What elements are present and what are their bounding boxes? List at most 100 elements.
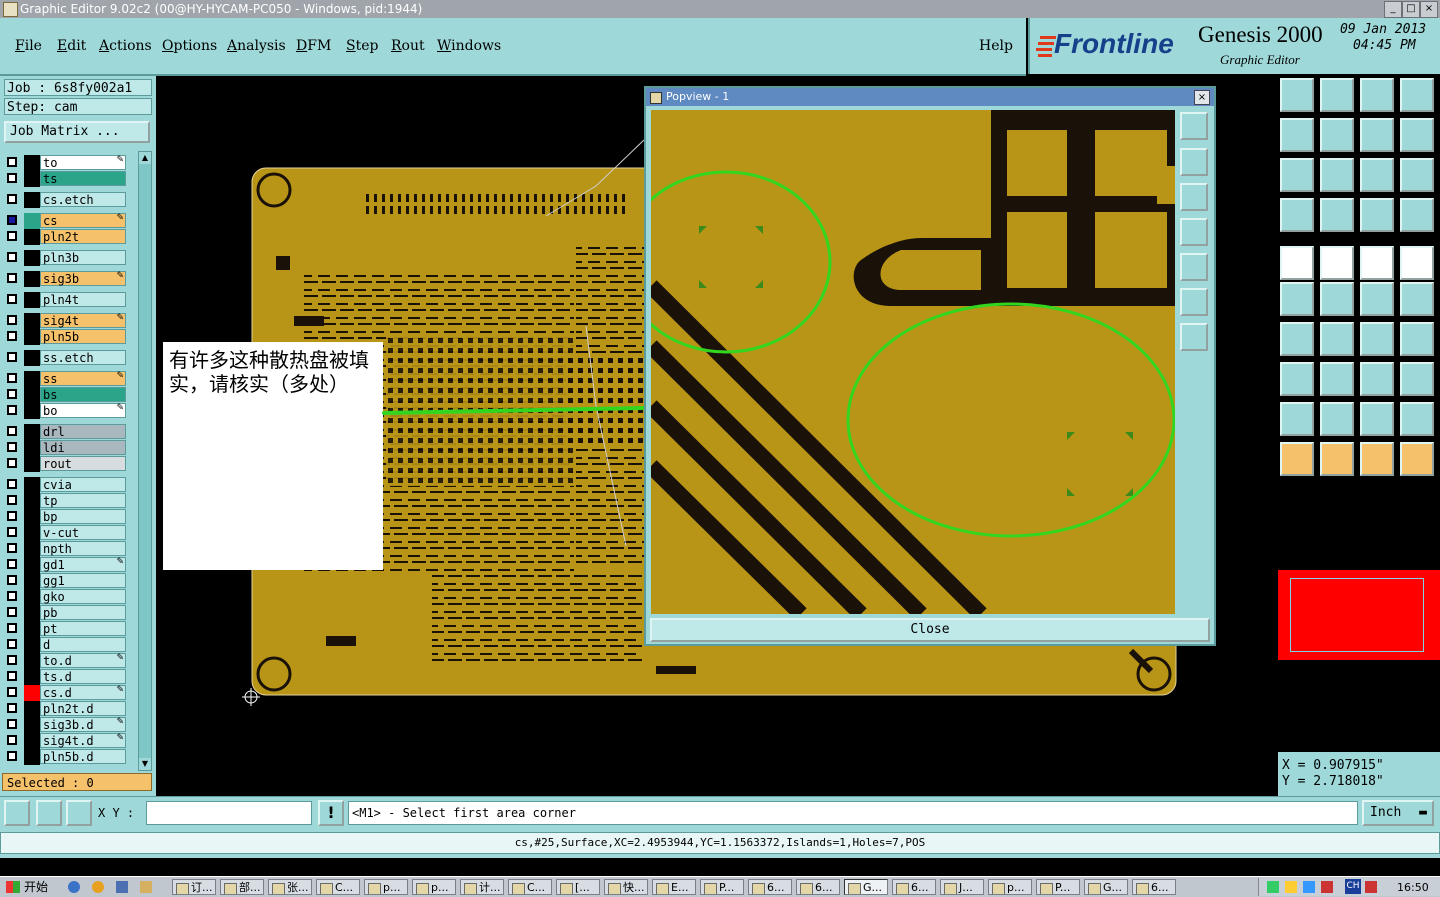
layer-name[interactable]: pln3b <box>40 250 126 265</box>
layer-display-checkbox[interactable] <box>7 426 17 436</box>
connect-icon[interactable] <box>1360 282 1394 316</box>
scroll-down-icon[interactable]: ▼ <box>139 758 151 770</box>
layer-row[interactable]: cs.etch <box>4 192 126 208</box>
layer-display-checkbox[interactable] <box>7 735 17 745</box>
cross-icon[interactable] <box>1320 282 1354 316</box>
draw-line-icon[interactable] <box>1320 246 1354 280</box>
layer-name[interactable]: bo <box>40 403 126 418</box>
arc-icon[interactable] <box>1360 322 1394 356</box>
layer-display-checkbox[interactable] <box>7 442 17 452</box>
angle-icon[interactable] <box>1280 322 1314 356</box>
popview-close-button[interactable]: Close <box>650 618 1210 642</box>
taskbar-item[interactable]: 6... <box>1132 879 1176 895</box>
layer-color-swatch[interactable] <box>24 733 40 749</box>
layer-row[interactable]: sig4t.d ✎ <box>4 733 126 749</box>
alert-icon[interactable]: ! <box>318 800 344 826</box>
folder-icon[interactable] <box>140 881 152 893</box>
layer-row[interactable]: tp <box>4 493 126 509</box>
layer-display-checkbox[interactable] <box>7 623 17 633</box>
popview-pan-right-icon[interactable] <box>1180 253 1208 281</box>
menu-step[interactable]: Step <box>346 38 378 54</box>
taskbar-item[interactable]: p... <box>988 879 1032 895</box>
layer-color-swatch[interactable] <box>24 717 40 733</box>
ime-icon[interactable] <box>1365 881 1377 893</box>
layer-name[interactable]: cs <box>40 213 126 228</box>
array-icon[interactable] <box>1400 362 1434 396</box>
layer-name[interactable]: cs.d <box>40 685 126 700</box>
layer-row[interactable]: ts <box>4 171 126 187</box>
layer-row[interactable]: v-cut <box>4 525 126 541</box>
layer-row[interactable]: cvia <box>4 477 126 493</box>
unit-select[interactable]: Inch ▬ <box>1362 800 1434 826</box>
layer-row[interactable]: gd1 ✎ <box>4 557 126 573</box>
layer-display-checkbox[interactable] <box>7 352 17 362</box>
maximize-icon[interactable]: □ <box>1402 1 1420 18</box>
menu-actions[interactable]: Actions <box>99 38 152 54</box>
connect-alt-icon[interactable] <box>1400 282 1434 316</box>
taskbar-item[interactable]: C... <box>508 879 552 895</box>
layer-name[interactable]: to.d <box>40 653 126 668</box>
taskbar-item[interactable]: G... <box>1084 879 1128 895</box>
layer-row[interactable]: gko <box>4 589 126 605</box>
layer-name[interactable]: sig4t.d <box>40 733 126 748</box>
taskbar-item[interactable]: 部... <box>220 879 264 895</box>
pan-left-icon[interactable] <box>1280 118 1314 152</box>
taskbar-item[interactable]: J... <box>940 879 984 895</box>
layer-display-checkbox[interactable] <box>7 543 17 553</box>
layer-row[interactable]: gg1 <box>4 573 126 589</box>
layer-color-swatch[interactable] <box>24 541 40 557</box>
taskbar-item[interactable]: [... <box>556 879 600 895</box>
taskbar-item[interactable]: 6... <box>892 879 936 895</box>
layer-name[interactable]: to <box>40 155 126 170</box>
select-icon[interactable] <box>1280 442 1314 476</box>
layer-display-checkbox[interactable] <box>7 331 17 341</box>
tray-icon[interactable] <box>1321 881 1333 893</box>
move-icon[interactable] <box>1280 362 1314 396</box>
redraw-icon[interactable] <box>1400 118 1434 152</box>
pan-down-icon[interactable] <box>1320 78 1354 112</box>
layer-display-checkbox[interactable] <box>7 575 17 585</box>
zoom-1-1-icon[interactable] <box>1360 158 1394 192</box>
layer-row[interactable]: bo ✎ <box>4 403 126 419</box>
layer-color-swatch[interactable] <box>24 669 40 685</box>
pan-up-icon[interactable] <box>1280 78 1314 112</box>
taskbar-item[interactable]: 6... <box>748 879 792 895</box>
popview-window[interactable]: Popview - 1 × Close <box>644 86 1216 646</box>
layer-color-swatch[interactable] <box>24 213 40 229</box>
layer-name[interactable]: ts.d <box>40 669 126 684</box>
layer-color-swatch[interactable] <box>24 525 40 541</box>
layer-color-swatch[interactable] <box>24 493 40 509</box>
layer-name[interactable]: npth <box>40 541 126 556</box>
overview-map[interactable] <box>1278 570 1440 660</box>
line-icon[interactable] <box>1320 322 1354 356</box>
layer-color-swatch[interactable] <box>24 329 40 345</box>
layer-color-swatch[interactable] <box>24 350 40 366</box>
language-indicator[interactable]: CH <box>1345 879 1361 894</box>
explorer-icon[interactable] <box>116 881 128 893</box>
layer-color-swatch[interactable] <box>24 229 40 245</box>
layer-row[interactable]: sig4t ✎ <box>4 313 126 329</box>
layer-name[interactable]: pt <box>40 621 126 636</box>
layer-row[interactable]: to.d ✎ <box>4 653 126 669</box>
layer-name[interactable]: bp <box>40 509 126 524</box>
measure-up-icon[interactable] <box>1280 402 1314 436</box>
layer-name[interactable]: cvia <box>40 477 126 492</box>
select-net-icon[interactable] <box>1400 442 1434 476</box>
layer-row[interactable]: ts.d <box>4 669 126 685</box>
layer-color-swatch[interactable] <box>24 653 40 669</box>
pan-right-icon[interactable] <box>1320 118 1354 152</box>
menu-file[interactable]: File <box>15 38 42 54</box>
home-icon[interactable] <box>1360 78 1394 112</box>
layer-row[interactable]: pln2t.d <box>4 701 126 717</box>
layer-name[interactable]: pln4t <box>40 292 126 307</box>
layer-color-swatch[interactable] <box>24 685 40 701</box>
minimize-icon[interactable]: _ <box>1384 1 1402 18</box>
menu-help[interactable]: Help <box>979 38 1013 54</box>
layer-row[interactable]: npth <box>4 541 126 557</box>
layer-name[interactable]: d <box>40 637 126 652</box>
taskbar-item[interactable]: C... <box>316 879 360 895</box>
layer-name[interactable]: cs.etch <box>40 192 126 207</box>
select-alt-icon[interactable] <box>1360 442 1394 476</box>
close-window-icon[interactable]: × <box>1420 1 1438 18</box>
layer-color-swatch[interactable] <box>24 250 40 266</box>
